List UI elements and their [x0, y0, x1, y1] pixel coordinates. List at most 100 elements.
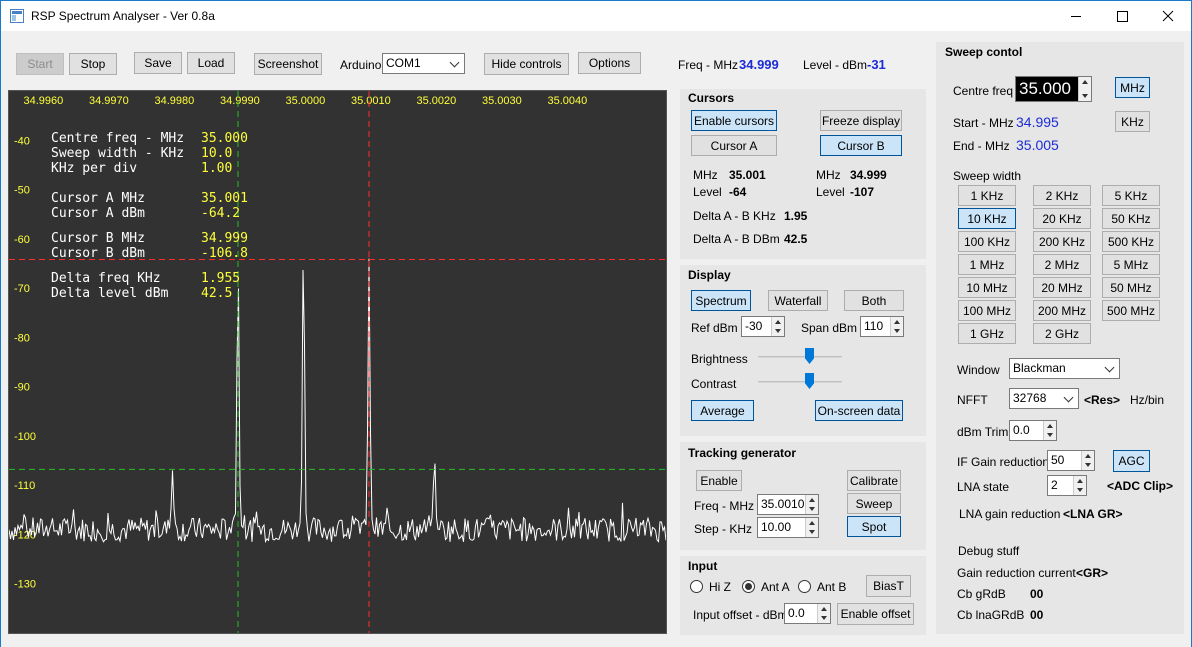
spectrum-button[interactable]: Spectrum [691, 290, 751, 311]
tracking-step-value: 10.00 [761, 520, 792, 534]
window-select[interactable]: Blackman [1009, 358, 1120, 379]
sweep-width-button[interactable]: 2 MHz [1033, 254, 1091, 275]
sweep-width-button[interactable]: 20 KHz [1033, 208, 1091, 229]
tracking-freq-stepper[interactable]: 35.0010 [757, 494, 819, 515]
arduino-port-value: COM1 [386, 56, 421, 70]
spectrum-plot[interactable]: 34.9960 34.9970 34.9980 34.9990 35.0000 35.00… [8, 90, 667, 634]
minimize-button[interactable] [1053, 1, 1099, 31]
if-gain-value: 50 [1051, 453, 1065, 467]
sweep-button[interactable]: Sweep [847, 493, 901, 514]
stop-button[interactable]: Stop [69, 53, 117, 75]
chevron-down-icon [449, 57, 460, 68]
centre-freq-value: 35.000 [1019, 79, 1071, 98]
sweep-width-button[interactable]: 200 KHz [1033, 231, 1091, 252]
arduino-port-select[interactable]: COM1 [382, 53, 465, 74]
hiz-radio[interactable] [690, 580, 703, 593]
average-button[interactable]: Average [691, 400, 754, 421]
centre-freq-stepper[interactable]: 35.000 [1015, 76, 1092, 102]
display-title: Display [688, 268, 731, 282]
spin-arrows-icon[interactable] [1078, 77, 1091, 101]
waterfall-button[interactable]: Waterfall [768, 290, 828, 311]
spin-arrows-icon[interactable] [1043, 421, 1056, 440]
enable-offset-button[interactable]: Enable offset [837, 603, 914, 625]
mhz-unit-button[interactable]: MHz [1115, 77, 1150, 98]
sweep-width-button[interactable]: 50 MHz [1102, 277, 1160, 298]
title-bar: RSP Spectrum Analyser - Ver 0.8a [1, 1, 1191, 31]
agc-button[interactable]: AGC [1113, 450, 1150, 472]
onscreen-data-button[interactable]: On-screen data [815, 400, 903, 421]
sweep-width-button[interactable]: 5 MHz [1102, 254, 1160, 275]
biast-button[interactable]: BiasT [866, 575, 911, 597]
start-mhz-value: 34.995 [1016, 114, 1059, 130]
slider-thumb[interactable] [805, 348, 814, 364]
khz-unit-button[interactable]: KHz [1115, 111, 1150, 132]
hz-per-bin-label: Hz/bin [1130, 393, 1165, 407]
ref-dbm-stepper[interactable]: -30 [741, 316, 785, 337]
x-tick-label: 35.0020 [417, 95, 457, 107]
overlay-centre-freq-value: 35.000 [201, 131, 248, 146]
sweep-control-panel: Sweep contol Centre freq 35.000 MHz Star… [936, 42, 1184, 634]
spot-button[interactable]: Spot [847, 516, 901, 537]
spin-arrows-icon[interactable] [805, 518, 818, 537]
close-button[interactable] [1145, 1, 1191, 31]
client-area: Start Stop Save Load Screenshot Arduino … [1, 31, 1191, 647]
if-gain-stepper[interactable]: 50 [1047, 450, 1095, 471]
maximize-button[interactable] [1099, 1, 1145, 31]
lna-state-stepper[interactable]: 2 [1047, 475, 1087, 496]
sweep-width-button[interactable]: 10 MHz [958, 277, 1016, 298]
sweep-width-button[interactable]: 5 KHz [1102, 185, 1160, 206]
brightness-slider[interactable] [758, 347, 842, 367]
sweep-width-button[interactable]: 200 MHz [1033, 300, 1091, 321]
hide-controls-button[interactable]: Hide controls [484, 53, 569, 75]
input-offset-stepper[interactable]: 0.0 [784, 603, 831, 624]
sweep-width-button[interactable]: 10 KHz [958, 208, 1016, 229]
dbm-trim-stepper[interactable]: 0.0 [1009, 420, 1057, 441]
spin-arrows-icon[interactable] [805, 495, 818, 514]
sweep-width-button[interactable]: 1 GHz [958, 323, 1016, 344]
contrast-slider[interactable] [758, 372, 842, 392]
spin-arrows-icon[interactable] [1081, 451, 1094, 470]
span-dbm-label: Span dBm [801, 321, 858, 335]
cursor-a-button[interactable]: Cursor A [691, 135, 777, 156]
spin-arrows-icon[interactable] [1073, 476, 1086, 495]
save-button[interactable]: Save [134, 52, 182, 74]
overlay-centre-freq-label: Centre freq - MHz [51, 131, 185, 146]
slider-thumb[interactable] [805, 373, 814, 389]
nfft-select[interactable]: 32768 [1009, 388, 1079, 409]
ant-a-radio[interactable] [742, 580, 755, 593]
freeze-display-button[interactable]: Freeze display [820, 110, 902, 131]
tracking-enable-button[interactable]: Enable [696, 470, 742, 491]
options-button[interactable]: Options [578, 52, 641, 74]
ant-b-radio[interactable] [798, 580, 811, 593]
sweep-width-button[interactable]: 1 MHz [958, 254, 1016, 275]
debug-label: Debug stuff [958, 544, 1020, 558]
sweep-width-button[interactable]: 100 MHz [958, 300, 1016, 321]
y-tick-label: -60 [14, 234, 30, 246]
load-button[interactable]: Load [187, 52, 235, 74]
cursor-a-mhz-label: MHz [693, 168, 718, 182]
sweep-width-button[interactable]: 500 MHz [1102, 300, 1160, 321]
span-dbm-stepper[interactable]: 110 [860, 316, 904, 337]
start-button[interactable]: Start [16, 53, 64, 75]
both-button[interactable]: Both [844, 290, 904, 311]
sweep-width-button[interactable]: 2 GHz [1033, 323, 1091, 344]
overlay-cursor-a-dbm-value: -64.2 [201, 206, 241, 221]
cursor-b-button[interactable]: Cursor B [820, 135, 902, 156]
spin-arrows-icon[interactable] [890, 317, 903, 336]
sweep-width-button[interactable]: 100 KHz [958, 231, 1016, 252]
sweep-width-button[interactable]: 500 KHz [1102, 231, 1160, 252]
sweep-width-button[interactable]: 50 KHz [1102, 208, 1160, 229]
sweep-width-button[interactable]: 20 MHz [1033, 277, 1091, 298]
sweep-width-button[interactable]: 1 KHz [958, 185, 1016, 206]
spin-arrows-icon[interactable] [771, 317, 784, 336]
tracking-title: Tracking generator [688, 446, 797, 460]
calibrate-button[interactable]: Calibrate [847, 470, 901, 491]
ant-a-label: Ant A [761, 580, 790, 594]
close-icon [1162, 10, 1174, 22]
overlay-delta-freq-value: 1.955 [201, 271, 241, 286]
enable-cursors-button[interactable]: Enable cursors [691, 110, 777, 131]
spin-arrows-icon[interactable] [817, 604, 830, 623]
sweep-width-button[interactable]: 2 KHz [1033, 185, 1091, 206]
screenshot-button[interactable]: Screenshot [254, 53, 322, 75]
tracking-step-stepper[interactable]: 10.00 [757, 517, 819, 538]
